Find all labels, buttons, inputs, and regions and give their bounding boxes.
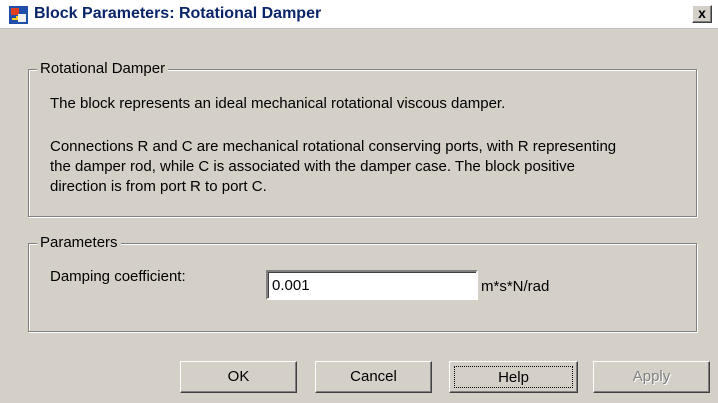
simulink-block-icon xyxy=(9,6,28,24)
damping-coefficient-input[interactable] xyxy=(266,270,478,300)
close-button[interactable]: x xyxy=(692,5,712,23)
apply-button[interactable]: Apply xyxy=(593,361,710,393)
description-summary: The block represents an ideal mechanical… xyxy=(50,95,506,112)
parameters-group-legend: Parameters xyxy=(37,234,121,251)
title-bar[interactable]: Block Parameters: Rotational Damper x xyxy=(0,0,718,29)
apply-button-label: Apply xyxy=(632,368,671,385)
damping-coefficient-unit: m*s*N/rad xyxy=(481,278,550,295)
help-focus-ring: Help xyxy=(454,366,573,388)
close-icon: x xyxy=(698,5,706,21)
cancel-button[interactable]: Cancel xyxy=(315,361,432,393)
help-button-label: Help xyxy=(498,369,529,386)
cancel-button-label: Cancel xyxy=(350,368,397,385)
description-line: direction is from port R to port C. xyxy=(50,178,267,195)
ok-button-label: OK xyxy=(227,368,250,385)
ok-button[interactable]: OK xyxy=(180,361,297,393)
description-line: Connections R and C are mechanical rotat… xyxy=(50,138,617,155)
window-title: Block Parameters: Rotational Damper xyxy=(34,5,322,22)
description-line: the damper rod, while C is associated wi… xyxy=(50,158,575,175)
description-details: Connections R and C are mechanical rotat… xyxy=(50,137,688,197)
description-group-legend: Rotational Damper xyxy=(37,60,169,77)
help-button[interactable]: Help xyxy=(449,361,578,393)
damping-coefficient-label: Damping coefficient: xyxy=(50,268,186,285)
